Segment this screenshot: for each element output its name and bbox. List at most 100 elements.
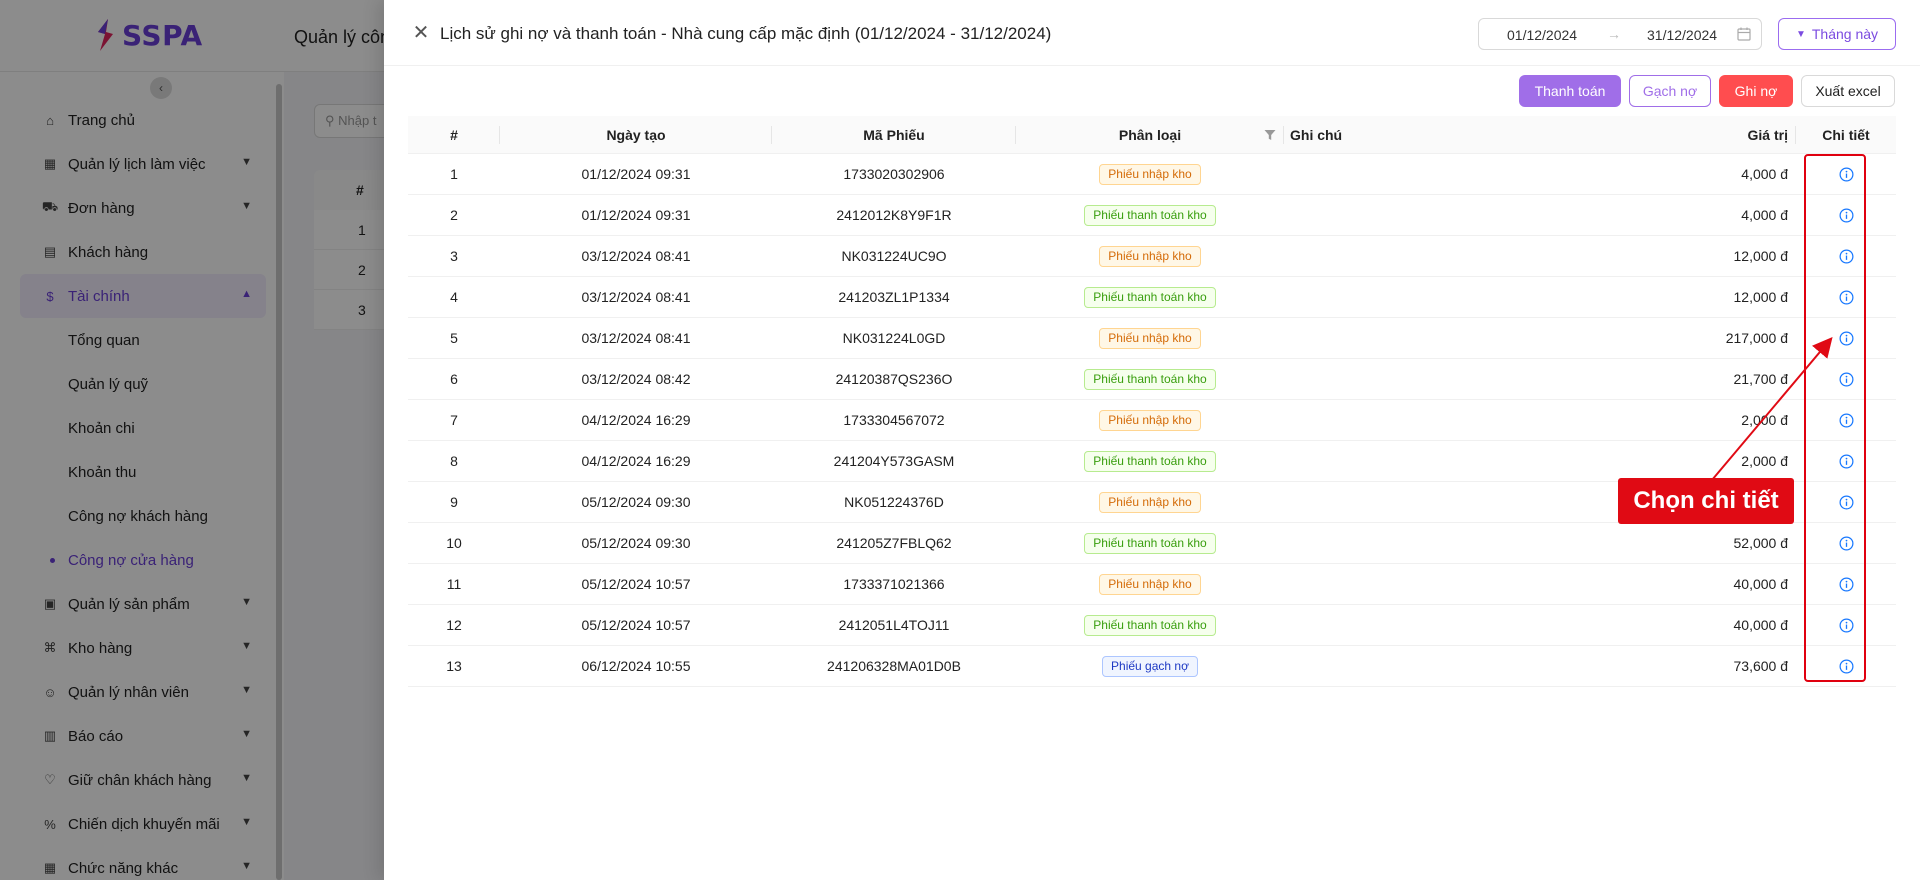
cell-index: 11 [446,576,462,592]
record-debt-button[interactable]: Ghi nợ [1719,75,1793,107]
table-row: 2 01/12/2024 09:31 2412012K8Y9F1R Phiếu tha… [408,195,1896,236]
cell-date: 04/12/2024 16:29 [581,453,691,469]
cell-type: Phiếu nhập kho [1016,154,1284,194]
cell-date: 05/12/2024 09:30 [581,494,691,510]
cell-value: 40,000 đ [1733,617,1789,633]
this-month-button[interactable]: ▼ Tháng này [1778,18,1896,50]
close-icon[interactable]: ✕ [410,22,432,44]
type-tag: Phiếu nhập kho [1099,245,1201,267]
cell-note [1284,400,1524,440]
cell-value: 2,000 đ [1741,412,1788,428]
type-tag: Phiếu nhập kho [1099,573,1201,595]
cell-index: 10 [446,535,462,551]
export-excel-button[interactable]: Xuất excel [1801,75,1895,107]
type-tag: Phiếu thanh toán kho [1084,286,1216,308]
cell-note [1284,605,1524,645]
table-row: 1 01/12/2024 09:31 1733020302906 Phiếu nhập… [408,154,1896,195]
column-header-value: Giá trị [1524,116,1796,153]
cell-value: 217,000 đ [1725,330,1788,346]
caret-down-icon: ▼ [1795,28,1806,40]
cell-note [1284,277,1524,317]
column-header-note: Ghi chú [1290,126,1343,143]
cell-type: Phiếu thanh toán kho [1016,195,1284,235]
cell-note [1284,564,1524,604]
cell-note [1284,646,1524,686]
column-header-detail: Chi tiết [1822,126,1870,143]
cell-date: 03/12/2024 08:41 [581,248,691,264]
column-header-type: Phân loại [1016,116,1284,153]
debt-history-drawer: ✕ Lịch sử ghi nợ và thanh toán - Nhà cun… [384,0,1920,880]
cell-note [1284,195,1524,235]
cell-value: 4,000 đ [1741,166,1788,182]
cell-date: 05/12/2024 10:57 [581,576,691,592]
drawer-header: ✕ Lịch sử ghi nợ và thanh toán - Nhà cun… [384,0,1920,66]
cell-type: Phiếu gạch nợ [1016,646,1284,686]
cell-date: 06/12/2024 10:55 [581,658,691,674]
arrow-right-icon: → [1607,26,1621,42]
table-row: 7 04/12/2024 16:29 1733304567072 Phiếu nhập… [408,400,1896,441]
this-month-label: Tháng này [1811,26,1879,42]
debt-history-table: # Ngày tạo Mã Phiếu Phân loại Ghi chú Gi… [408,116,1896,687]
cell-code: NK031224L0GD [842,330,946,346]
calendar-icon [1737,27,1751,41]
cell-code: 24120387QS236O [835,371,953,387]
cell-note [1284,523,1524,563]
type-tag: Phiếu thanh toán kho [1084,614,1216,636]
cell-date: 03/12/2024 08:41 [581,330,691,346]
cell-type: Phiếu thanh toán kho [1016,441,1284,481]
cell-note [1284,482,1524,522]
cell-index: 7 [450,412,458,428]
cell-index: 13 [446,658,462,674]
cell-value: 2,000 đ [1741,453,1788,469]
table-row: 8 04/12/2024 16:29 241204Y573GASM Phiếu tha… [408,441,1896,482]
cell-index: 4 [450,289,458,305]
cell-code: NK051224376D [844,494,944,510]
cell-code: 1733371021366 [843,576,945,592]
cell-code: NK031224UC9O [841,248,947,264]
date-end[interactable]: 31/12/2024 [1647,27,1717,43]
cell-type: Phiếu thanh toán kho [1016,605,1284,645]
cell-value: 12,000 đ [1733,248,1789,264]
cell-date: 05/12/2024 10:57 [581,617,691,633]
cell-value: 21,700 đ [1733,371,1789,387]
cell-code: 1733020302906 [843,166,945,182]
table-row: 4 03/12/2024 08:41 241203ZL1P1334 Phiếu tha… [408,277,1896,318]
cell-index: 12 [446,617,462,633]
cell-note [1284,359,1524,399]
cell-index: 2 [450,207,458,223]
type-tag: Phiếu nhập kho [1099,491,1201,513]
type-tag: Phiếu thanh toán kho [1084,368,1216,390]
type-tag: Phiếu gạch nợ [1102,655,1198,677]
type-tag: Phiếu nhập kho [1099,409,1201,431]
cell-value: 12,000 đ [1733,289,1789,305]
cell-date: 04/12/2024 16:29 [581,412,691,428]
annotation-callout: Chọn chi tiết [1618,478,1794,524]
cell-value: 40,000 đ [1733,576,1789,592]
clear-debt-button[interactable]: Gạch nợ [1629,75,1711,107]
table-row: 12 05/12/2024 10:57 2412051L4TOJ11 Phiếu th… [408,605,1896,646]
cell-date: 03/12/2024 08:41 [581,289,691,305]
cell-type: Phiếu nhập kho [1016,400,1284,440]
cell-type: Phiếu nhập kho [1016,482,1284,522]
type-tag: Phiếu thanh toán kho [1084,204,1216,226]
cell-type: Phiếu nhập kho [1016,564,1284,604]
type-tag: Phiếu nhập kho [1099,327,1201,349]
cell-type: Phiếu thanh toán kho [1016,277,1284,317]
cell-code: 241204Y573GASM [833,453,955,469]
cell-date: 01/12/2024 09:31 [581,166,691,182]
cell-note [1284,441,1524,481]
cell-index: 1 [450,166,458,182]
type-tag: Phiếu thanh toán kho [1084,450,1216,472]
table-header: # Ngày tạo Mã Phiếu Phân loại Ghi chú Gi… [408,116,1896,154]
date-range-picker[interactable]: 01/12/2024 → 31/12/2024 [1478,18,1762,50]
cell-value: 52,000 đ [1733,535,1789,551]
pay-button[interactable]: Thanh toán [1519,75,1621,107]
date-start[interactable]: 01/12/2024 [1507,27,1577,43]
cell-code: 241206328MA01D0B [827,658,961,674]
filter-icon[interactable] [1264,129,1276,141]
cell-index: 3 [450,248,458,264]
table-row: 3 03/12/2024 08:41 NK031224UC9O Phiếu nhập … [408,236,1896,277]
table-row: 11 05/12/2024 10:57 1733371021366 Phiếu nhậ… [408,564,1896,605]
cell-index: 5 [450,330,458,346]
cell-note [1284,236,1524,276]
